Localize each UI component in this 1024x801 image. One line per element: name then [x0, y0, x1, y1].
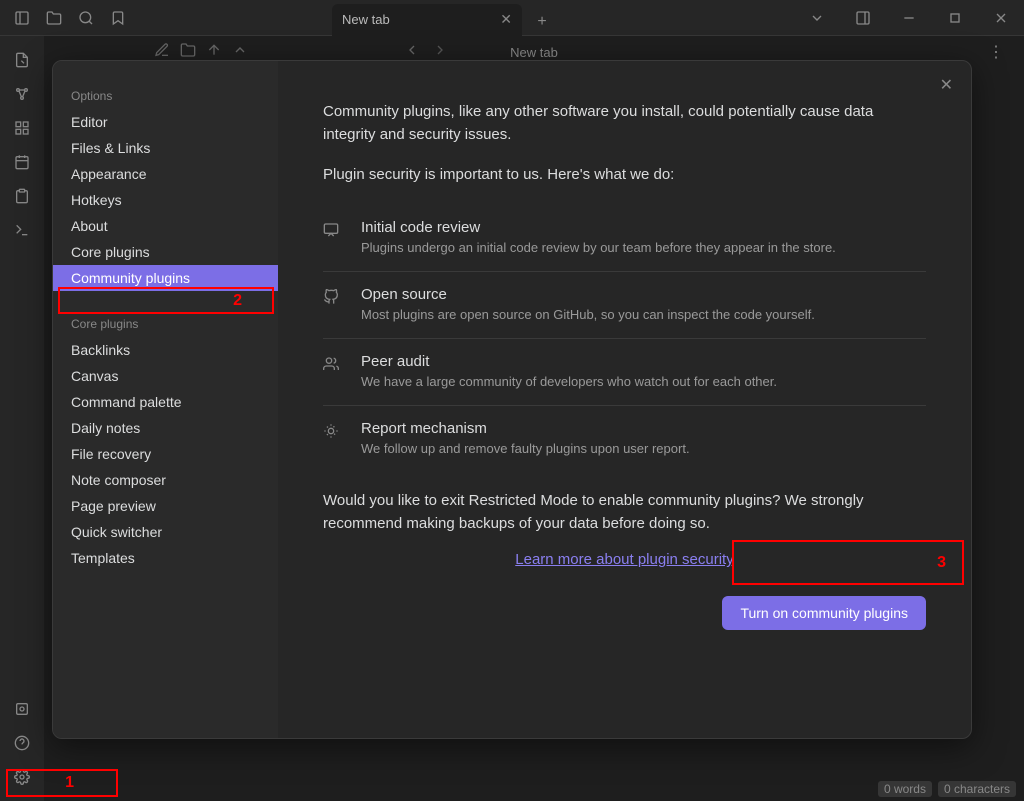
- tab-dropdown-icon[interactable]: [794, 0, 840, 36]
- maximize-button[interactable]: [932, 0, 978, 36]
- sidebar-item-hotkeys[interactable]: Hotkeys: [53, 187, 278, 213]
- intro-paragraph-1: Community plugins, like any other softwa…: [323, 101, 926, 146]
- graph-view-icon[interactable]: [6, 78, 38, 110]
- learn-more-link[interactable]: Learn more about plugin security: [323, 551, 926, 568]
- settings-icon[interactable]: [6, 761, 38, 793]
- templates-icon[interactable]: [6, 180, 38, 212]
- sidebar-item-canvas[interactable]: Canvas: [53, 363, 278, 389]
- security-title: Initial code review: [361, 219, 836, 236]
- sidebar-item-appearance[interactable]: Appearance: [53, 161, 278, 187]
- sidebar-item-editor[interactable]: Editor: [53, 109, 278, 135]
- minimize-button[interactable]: [886, 0, 932, 36]
- open-source-icon: [323, 289, 343, 310]
- sidebar-item-note-composer[interactable]: Note composer: [53, 467, 278, 493]
- sidebar-item-daily-notes[interactable]: Daily notes: [53, 415, 278, 441]
- command-palette-icon[interactable]: [6, 214, 38, 246]
- close-modal-button[interactable]: ✕: [940, 75, 953, 95]
- vault-icon[interactable]: [6, 693, 38, 725]
- sidebar-item-file-recovery[interactable]: File recovery: [53, 441, 278, 467]
- security-item-peer-audit: Peer audit We have a large community of …: [323, 339, 926, 406]
- peer-audit-icon: [323, 356, 343, 377]
- sidebar-item-quick-switcher[interactable]: Quick switcher: [53, 519, 278, 545]
- security-desc: Most plugins are open source on GitHub, …: [361, 306, 815, 324]
- status-bar: 0 words 0 characters: [878, 777, 1016, 801]
- char-count: 0 characters: [938, 781, 1016, 797]
- sidebar-item-backlinks[interactable]: Backlinks: [53, 337, 278, 363]
- security-item-open-source: Open source Most plugins are open source…: [323, 272, 926, 339]
- settings-content: ✕ Community plugins, like any other soft…: [278, 61, 971, 738]
- sidebar-item-page-preview[interactable]: Page preview: [53, 493, 278, 519]
- canvas-icon[interactable]: [6, 112, 38, 144]
- security-desc: Plugins undergo an initial code review b…: [361, 239, 836, 257]
- bookmark-icon[interactable]: [104, 4, 132, 32]
- titlebar: New tab ✕ +: [0, 0, 1024, 36]
- exit-restricted-paragraph: Would you like to exit Restricted Mode t…: [323, 490, 926, 535]
- sidebar-item-core-plugins[interactable]: Core plugins: [53, 239, 278, 265]
- sidebar-item-templates[interactable]: Templates: [53, 545, 278, 571]
- sidebar-item-community-plugins[interactable]: Community plugins: [53, 265, 278, 291]
- right-sidebar-toggle-icon[interactable]: [840, 0, 886, 36]
- tab-title: New tab: [342, 12, 390, 27]
- turn-on-community-plugins-button[interactable]: Turn on community plugins: [722, 596, 926, 630]
- sidebar-item-about[interactable]: About: [53, 213, 278, 239]
- settings-sidebar: Options Editor Files & Links Appearance …: [53, 61, 278, 738]
- security-desc: We follow up and remove faulty plugins u…: [361, 440, 690, 458]
- more-options-icon[interactable]: ⋮: [988, 42, 1004, 62]
- search-icon[interactable]: [72, 4, 100, 32]
- sidebar-heading-options: Options: [53, 81, 278, 109]
- sidebar-item-command-palette[interactable]: Command palette: [53, 389, 278, 415]
- new-tab-button[interactable]: +: [528, 8, 556, 36]
- security-title: Open source: [361, 286, 815, 303]
- intro-paragraph-2: Plugin security is important to us. Here…: [323, 164, 926, 187]
- settings-modal: Options Editor Files & Links Appearance …: [52, 60, 972, 739]
- security-item-report: Report mechanism We follow up and remove…: [323, 406, 926, 472]
- help-icon[interactable]: [6, 727, 38, 759]
- code-review-icon: [323, 222, 343, 243]
- left-ribbon: [0, 36, 44, 801]
- sidebar-heading-core-plugins: Core plugins: [53, 309, 278, 337]
- report-icon: [323, 423, 343, 444]
- sidebar-item-files-links[interactable]: Files & Links: [53, 135, 278, 161]
- quick-switcher-icon[interactable]: [6, 44, 38, 76]
- security-desc: We have a large community of developers …: [361, 373, 777, 391]
- annotation-label: 1: [65, 774, 74, 792]
- close-window-button[interactable]: [978, 0, 1024, 36]
- close-icon[interactable]: ✕: [500, 11, 512, 28]
- left-sidebar-toggle-icon[interactable]: [8, 4, 36, 32]
- folder-icon[interactable]: [40, 4, 68, 32]
- daily-note-icon[interactable]: [6, 146, 38, 178]
- view-title: New tab: [510, 45, 558, 60]
- security-item-code-review: Initial code review Plugins undergo an i…: [323, 205, 926, 272]
- security-title: Peer audit: [361, 353, 777, 370]
- word-count: 0 words: [878, 781, 932, 797]
- security-title: Report mechanism: [361, 420, 690, 437]
- tab-new-tab[interactable]: New tab ✕: [332, 4, 522, 36]
